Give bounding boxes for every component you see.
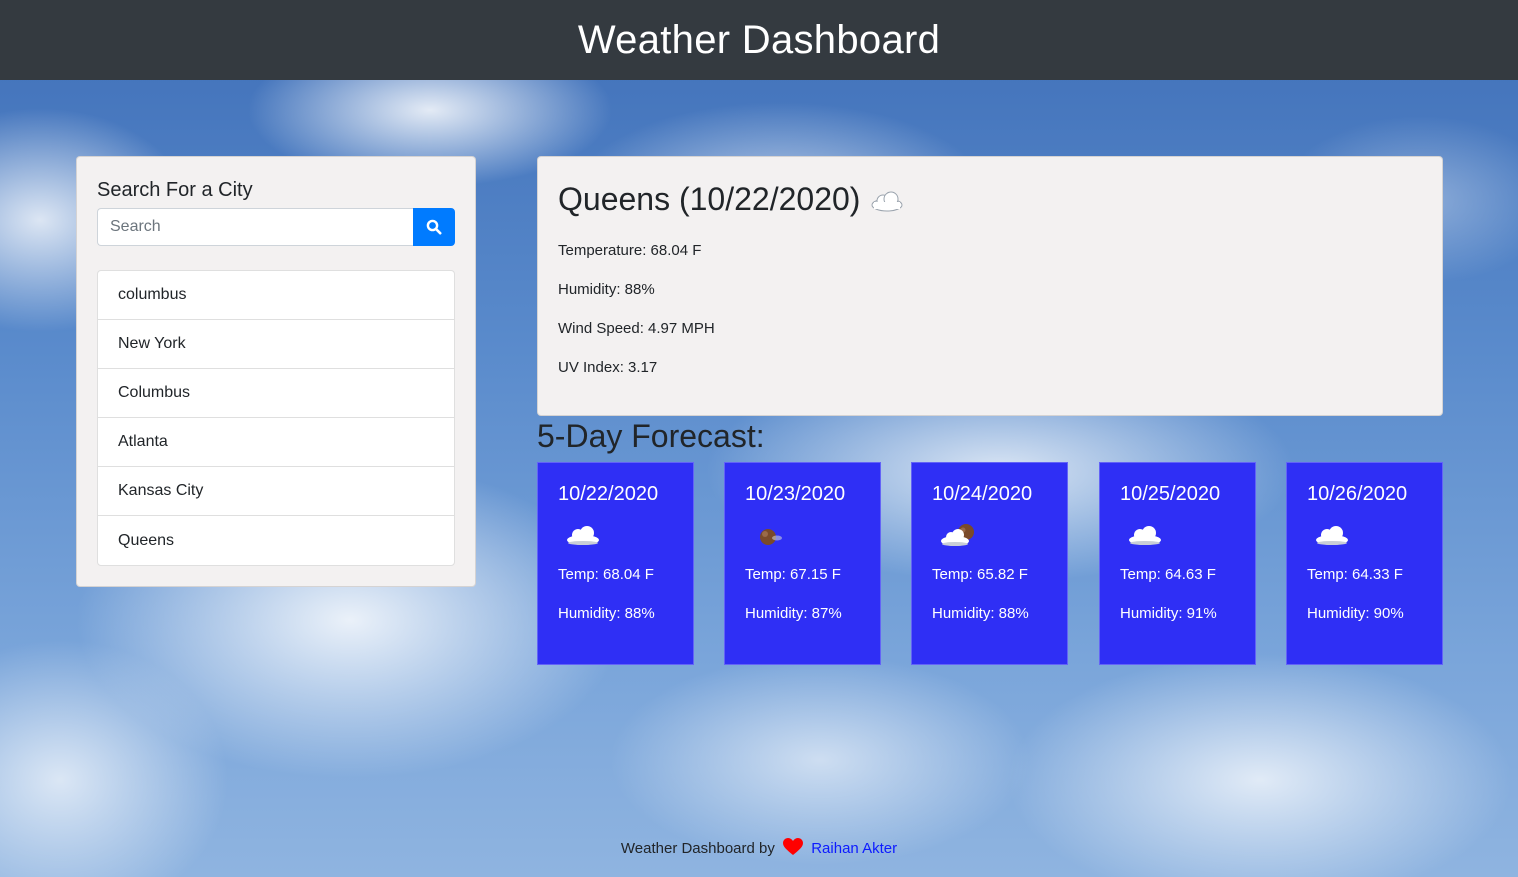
footer: Weather Dashboard by Raihan Akter — [0, 838, 1518, 860]
forecast-card: 10/22/2020 Temp: 68.04 F Humidity: 88% — [537, 462, 694, 665]
forecast-card: 10/24/2020 Temp: 65.82 F Humidity: 88% — [911, 462, 1068, 665]
forecast-temp: Temp: 67.15 F — [745, 566, 841, 583]
history-item-columbus-2[interactable]: Columbus — [98, 369, 454, 418]
forecast-card: 10/26/2020 Temp: 64.33 F Humidity: 90% — [1286, 462, 1443, 665]
cloud-icon — [1126, 512, 1235, 558]
forecast-temp: Temp: 68.04 F — [558, 566, 654, 583]
current-wind-speed: Wind Speed: 4.97 MPH — [558, 320, 715, 337]
search-heading: Search For a City — [97, 179, 253, 201]
cloud-moon-icon — [938, 512, 1047, 558]
search-history-list: columbus New York Columbus Atlanta Kansa… — [97, 270, 455, 566]
forecast-humidity: Humidity: 88% — [558, 605, 655, 622]
forecast-humidity: Humidity: 90% — [1307, 605, 1404, 622]
search-group — [97, 208, 455, 246]
cloud-icon — [1313, 512, 1422, 558]
forecast-card: 10/23/2020 Temp: 67.15 F Humidity: 87% — [724, 462, 881, 665]
forecast-card: 10/25/2020 Temp: 64.63 F Humidity: 91% — [1099, 462, 1256, 665]
current-temperature: Temperature: 68.04 F — [558, 242, 702, 259]
page-title: Weather Dashboard — [577, 17, 941, 62]
forecast-humidity: Humidity: 87% — [745, 605, 842, 622]
current-weather-title: Queens (10/22/2020) — [558, 179, 1422, 220]
search-icon — [426, 219, 442, 235]
forecast-temp: Temp: 64.63 F — [1120, 566, 1216, 583]
heart-icon — [783, 838, 804, 860]
forecast-humidity: Humidity: 91% — [1120, 605, 1217, 622]
forecast-humidity: Humidity: 88% — [932, 605, 1029, 622]
current-humidity: Humidity: 88% — [558, 281, 655, 298]
forecast-date: 10/23/2020 — [745, 483, 846, 505]
history-item-atlanta[interactable]: Atlanta — [98, 418, 454, 467]
footer-text: Weather Dashboard by — [620, 840, 775, 857]
cloud-icon — [870, 183, 904, 220]
forecast-heading: 5-Day Forecast: — [537, 418, 765, 454]
forecast-date: 10/22/2020 — [558, 483, 659, 505]
search-panel: Search For a City columbus New York Colu… — [76, 156, 476, 587]
history-item-new-york[interactable]: New York — [98, 320, 454, 369]
forecast-temp: Temp: 64.33 F — [1307, 566, 1403, 583]
current-uv-index: UV Index: 3.17 — [558, 359, 658, 376]
author-link[interactable]: Raihan Akter — [811, 840, 897, 857]
cloud-icon — [564, 512, 673, 558]
forecast-date: 10/25/2020 — [1120, 483, 1221, 505]
current-city-date: Queens (10/22/2020) — [558, 181, 861, 217]
history-item-kansas-city[interactable]: Kansas City — [98, 467, 454, 516]
forecast-row: 10/22/2020 Temp: 68.04 F Humidity: 88% 1… — [537, 462, 1443, 665]
navbar: Weather Dashboard — [0, 0, 1518, 80]
forecast-date: 10/24/2020 — [932, 483, 1033, 505]
forecast-date: 10/26/2020 — [1307, 483, 1408, 505]
history-item-columbus[interactable]: columbus — [98, 271, 454, 320]
cloud-night-icon — [751, 512, 860, 558]
history-item-queens[interactable]: Queens — [98, 516, 454, 565]
search-button[interactable] — [413, 208, 455, 246]
forecast-temp: Temp: 65.82 F — [932, 566, 1028, 583]
current-weather-card: Queens (10/22/2020) Temperature: 68.04 F… — [537, 156, 1443, 416]
search-input[interactable] — [97, 208, 413, 246]
